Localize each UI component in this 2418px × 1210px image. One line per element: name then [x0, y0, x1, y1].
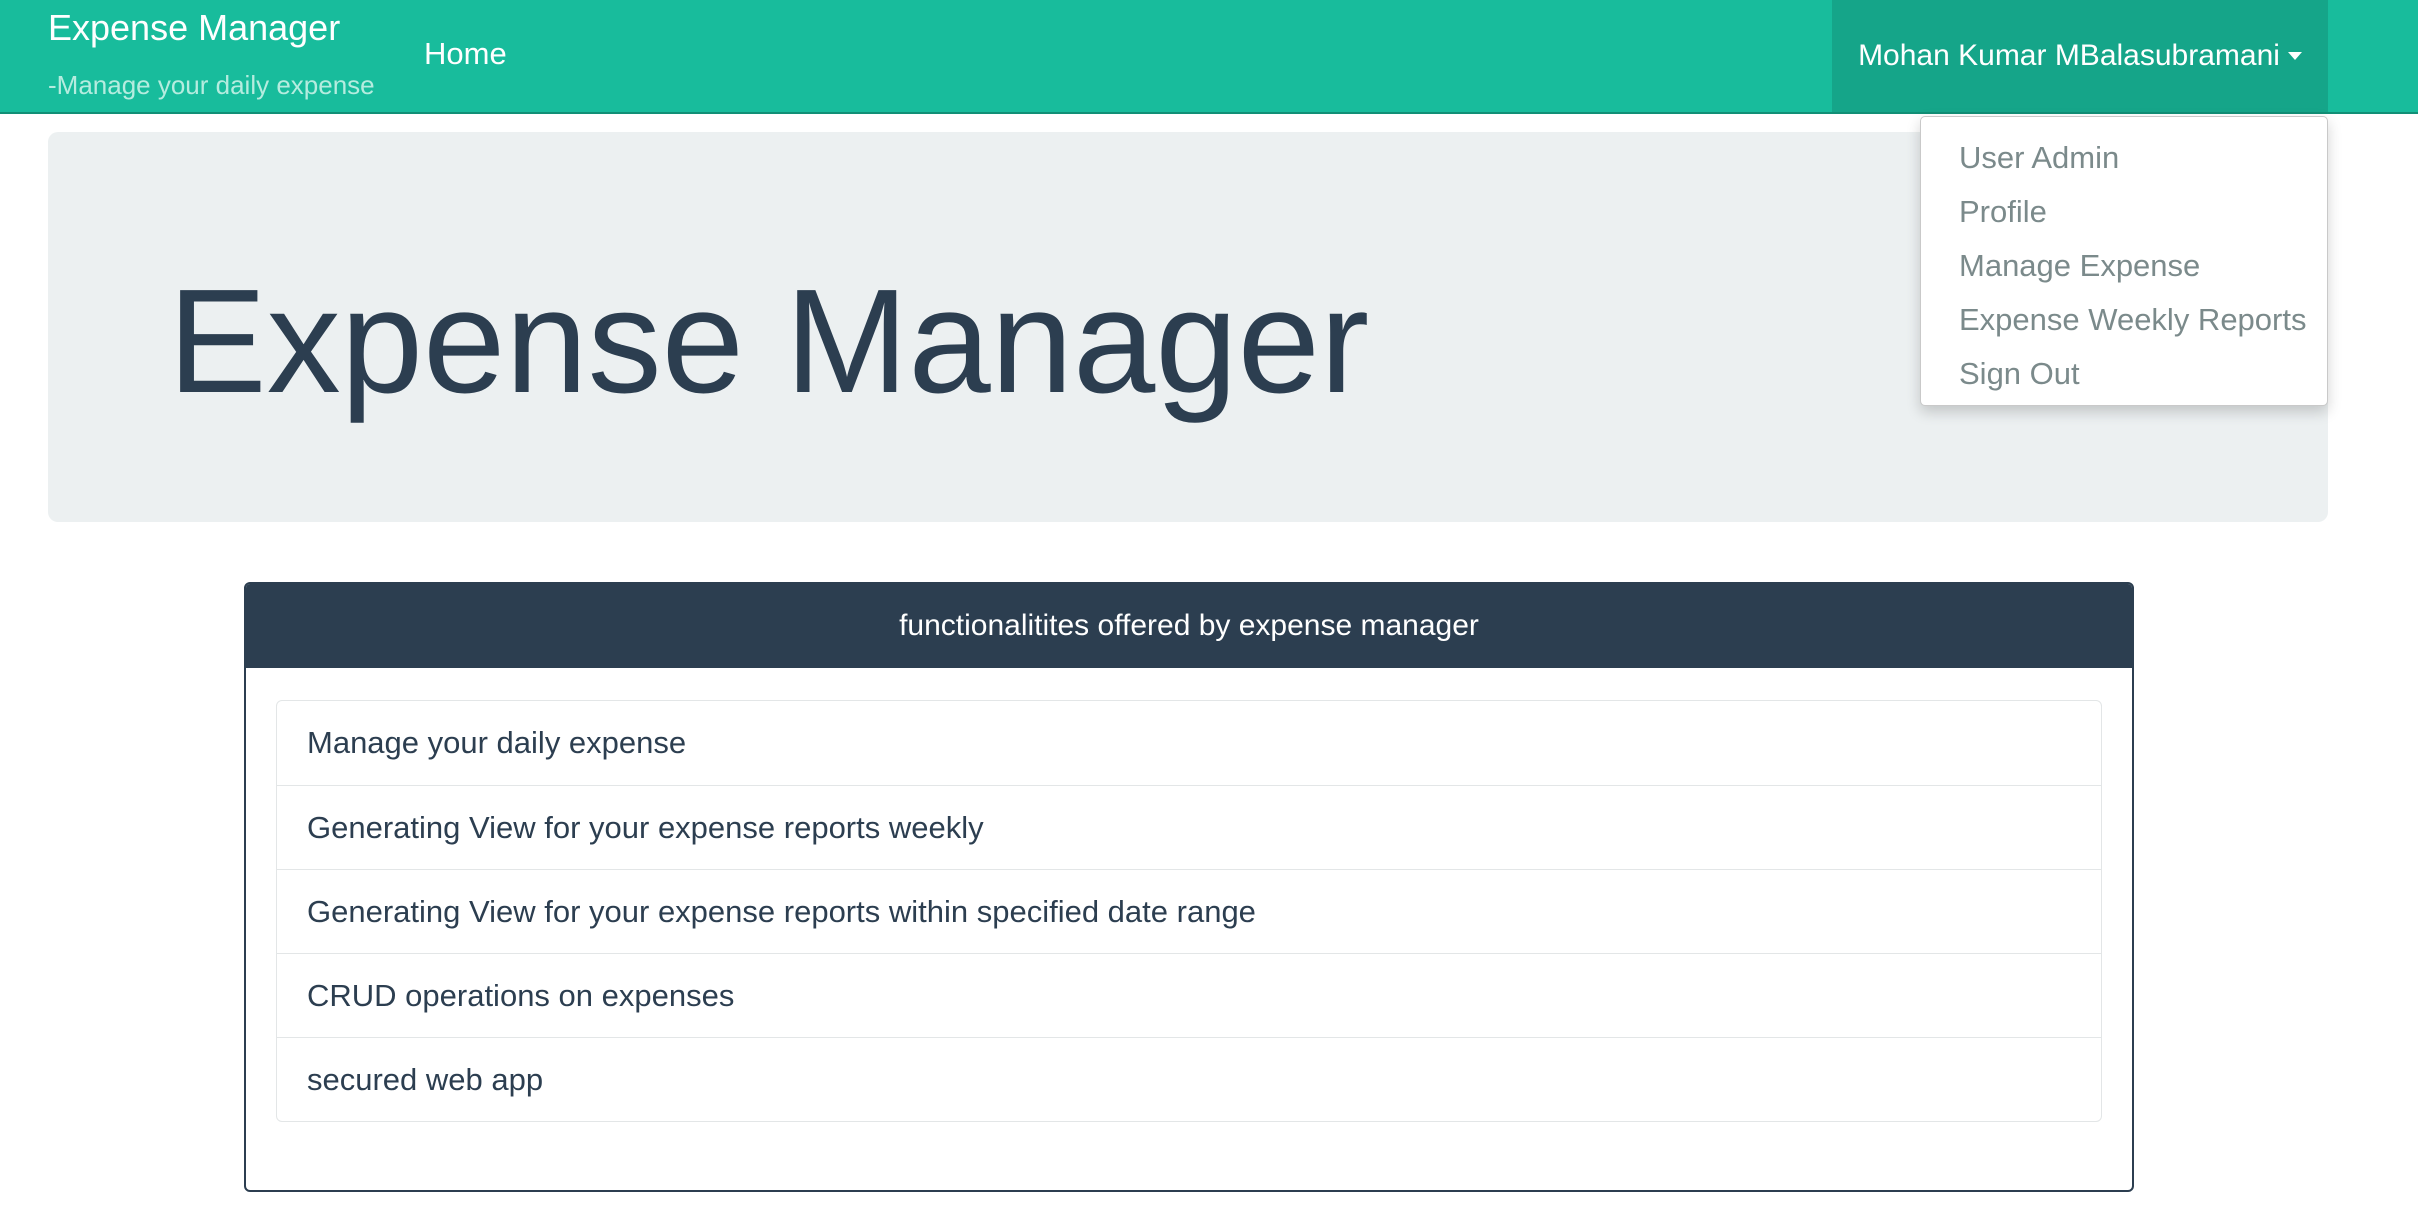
- menu-item-profile[interactable]: Profile: [1921, 185, 2327, 239]
- list-item: Generating View for your expense reports…: [277, 785, 2101, 869]
- menu-item-user-admin[interactable]: User Admin: [1921, 131, 2327, 185]
- caret-down-icon: [2287, 52, 2302, 60]
- menu-item-manage-expense[interactable]: Manage Expense: [1921, 239, 2327, 293]
- user-menu-toggle[interactable]: Mohan Kumar MBalasubramani: [1832, 0, 2328, 112]
- functionalities-list: Manage your daily expense Generating Vie…: [276, 700, 2102, 1122]
- nav-home-link[interactable]: Home: [424, 30, 507, 78]
- brand-title: Expense Manager: [48, 7, 341, 48]
- brand-link[interactable]: Expense Manager -Manage your daily expen…: [48, 6, 375, 102]
- menu-item-sign-out[interactable]: Sign Out: [1921, 347, 2327, 401]
- list-item: Manage your daily expense: [307, 725, 687, 760]
- functionalities-panel: functionalitites offered by expense mana…: [244, 582, 2134, 1192]
- navbar: Expense Manager -Manage your daily expen…: [0, 0, 2418, 114]
- user-dropdown-menu: User Admin Profile Manage Expense Expens…: [1920, 116, 2328, 406]
- list-item: CRUD operations on expenses: [277, 953, 2101, 1037]
- page-title: Expense Manager: [168, 259, 1370, 424]
- user-name: Mohan Kumar MBalasubramani: [1858, 39, 2280, 72]
- list-item: Generating View for your expense reports…: [277, 869, 2101, 953]
- panel-heading: functionalitites offered by expense mana…: [246, 584, 2132, 668]
- list-item: secured web app: [277, 1037, 2101, 1121]
- menu-item-weekly-reports[interactable]: Expense Weekly Reports: [1921, 293, 2327, 347]
- brand-subtitle: -Manage your daily expense: [48, 70, 375, 100]
